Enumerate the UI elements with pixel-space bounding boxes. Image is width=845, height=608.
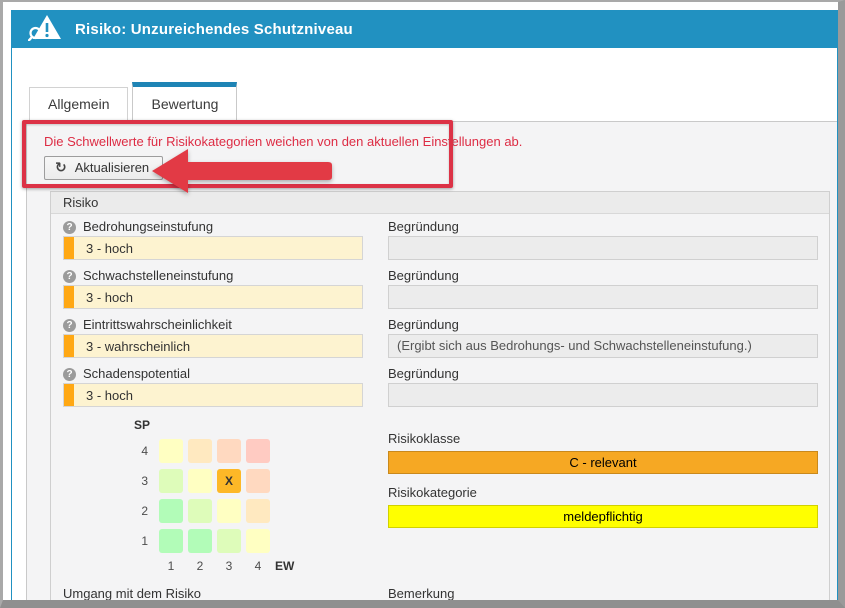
rating-color-bar xyxy=(64,384,74,406)
risiko-fieldset: Risiko ? Bedrohungseinstufung 3 - hoch xyxy=(50,191,830,600)
umgang-block: Umgang mit dem Risiko behandeln xyxy=(63,585,363,600)
begruendung-schaden: Begründung xyxy=(388,365,818,407)
matrix-cell-sp4-ew3[interactable] xyxy=(217,439,241,463)
rating-color-bar xyxy=(64,237,74,259)
risk-warning-magnifier-icon xyxy=(28,13,62,46)
begruendung-eintritt-input[interactable]: (Ergibt sich aus Bedrohungs- und Schwach… xyxy=(388,334,818,358)
begruendung-schwachstelle: Begründung xyxy=(388,267,818,309)
field-label: Bedrohungseinstufung xyxy=(83,218,213,236)
rating-color-bar xyxy=(64,286,74,308)
begruendung-schaden-input[interactable] xyxy=(388,383,818,407)
field-schadenspotential: ? Schadenspotential 3 - hoch xyxy=(63,365,363,407)
risk-matrix: SP 43X211234EW xyxy=(118,418,363,573)
begruendung-label: Begründung xyxy=(388,267,818,285)
matrix-row-label: 1 xyxy=(118,534,154,548)
matrix-y-axis-label: SP xyxy=(118,418,154,435)
matrix-cell-sp1-ew4[interactable] xyxy=(246,529,270,553)
begruendung-bedrohung-input[interactable] xyxy=(388,236,818,260)
risk-category-bar: meldepflichtig xyxy=(388,505,818,528)
eintrittswahrscheinlichkeit-input[interactable]: 3 - wahrscheinlich xyxy=(63,334,363,358)
matrix-cell-sp2-ew1[interactable] xyxy=(159,499,183,523)
matrix-cell-sp4-ew4[interactable] xyxy=(246,439,270,463)
matrix-row-label: 3 xyxy=(118,474,154,488)
app-window: Risiko: Unzureichendes Schutzniveau Allg… xyxy=(0,0,845,608)
matrix-row-label: 2 xyxy=(118,504,154,518)
begruendung-schwachstelle-input[interactable] xyxy=(388,285,818,309)
begruendung-label: Begründung xyxy=(388,218,818,236)
field-bedrohungseinstufung: ? Bedrohungseinstufung 3 - hoch xyxy=(63,218,363,260)
risikoklasse-label: Risikoklasse xyxy=(388,430,818,448)
matrix-col-label: 1 xyxy=(159,559,183,573)
bemerkung-label: Bemerkung xyxy=(388,585,818,600)
help-icon[interactable]: ? xyxy=(63,368,76,381)
field-label: Eintrittswahrscheinlichkeit xyxy=(83,316,232,334)
umgang-label: Umgang mit dem Risiko xyxy=(63,585,363,600)
tab-allgemein[interactable]: Allgemein xyxy=(29,87,128,121)
aktualisieren-button-label: Aktualisieren xyxy=(75,160,149,175)
begruendung-label: Begründung xyxy=(388,316,818,334)
matrix-cell-sp1-ew3[interactable] xyxy=(217,529,241,553)
begruendung-label: Begründung xyxy=(388,365,818,383)
field-schwachstelleneinstufung: ? Schwachstelleneinstufung 3 - hoch xyxy=(63,267,363,309)
help-icon[interactable]: ? xyxy=(63,319,76,332)
bemerkung-block: Bemerkung xyxy=(388,585,818,600)
matrix-cell-sp2-ew3[interactable] xyxy=(217,499,241,523)
aktualisieren-button[interactable]: ↻ Aktualisieren xyxy=(44,156,163,180)
matrix-x-axis-label: EW xyxy=(275,559,305,573)
risk-class-bar: C - relevant xyxy=(388,451,818,474)
title-bar: Risiko: Unzureichendes Schutzniveau xyxy=(12,10,837,48)
risk-result-block: Risikoklasse C - relevant Risikokategori… xyxy=(388,430,818,566)
matrix-cell-sp1-ew1[interactable] xyxy=(159,529,183,553)
matrix-cell-sp3-ew4[interactable] xyxy=(246,469,270,493)
matrix-col-label: 3 xyxy=(217,559,241,573)
matrix-cell-sp4-ew1[interactable] xyxy=(159,439,183,463)
tab-bewertung[interactable]: Bewertung xyxy=(132,82,237,122)
risk-detail-page: Risiko: Unzureichendes Schutzniveau Allg… xyxy=(11,10,838,600)
bewertung-panel: Die Schwellwerte für Risikokategorien we… xyxy=(26,121,837,600)
matrix-col-label: 4 xyxy=(246,559,270,573)
matrix-cell-sp3-ew1[interactable] xyxy=(159,469,183,493)
matrix-cell-sp4-ew2[interactable] xyxy=(188,439,212,463)
begruendung-eintritt: Begründung (Ergibt sich aus Bedrohungs- … xyxy=(388,316,818,358)
field-eintrittswahrscheinlichkeit: ? Eintrittswahrscheinlichkeit 3 - wahrsc… xyxy=(63,316,363,358)
matrix-row-label: 4 xyxy=(118,444,154,458)
page-title: Risiko: Unzureichendes Schutzniveau xyxy=(75,21,353,38)
field-label: Schwachstelleneinstufung xyxy=(83,267,233,285)
matrix-cell-sp2-ew4[interactable] xyxy=(246,499,270,523)
rating-color-bar xyxy=(64,335,74,357)
risiko-section-title: Risiko xyxy=(51,192,829,214)
alert-message: Die Schwellwerte für Risikokategorien we… xyxy=(44,134,837,149)
schwachstelleneinstufung-input[interactable]: 3 - hoch xyxy=(63,285,363,309)
help-icon[interactable]: ? xyxy=(63,270,76,283)
matrix-cell-sp3-ew3[interactable]: X xyxy=(217,469,241,493)
matrix-cell-sp3-ew2[interactable] xyxy=(188,469,212,493)
risk-matrix-grid: 43X211234EW xyxy=(118,439,363,573)
tab-bar: Allgemein Bewertung xyxy=(29,82,837,121)
matrix-col-label: 2 xyxy=(188,559,212,573)
risikokategorie-label: Risikokategorie xyxy=(388,484,818,502)
field-label: Schadenspotential xyxy=(83,365,190,383)
refresh-icon: ↻ xyxy=(55,161,67,175)
help-icon[interactable]: ? xyxy=(63,221,76,234)
begruendung-bedrohung: Begründung xyxy=(388,218,818,260)
schadenspotential-input[interactable]: 3 - hoch xyxy=(63,383,363,407)
bedrohungseinstufung-input[interactable]: 3 - hoch xyxy=(63,236,363,260)
matrix-cell-sp2-ew2[interactable] xyxy=(188,499,212,523)
matrix-cell-sp1-ew2[interactable] xyxy=(188,529,212,553)
threshold-alert: Die Schwellwerte für Risikokategorien we… xyxy=(27,122,837,180)
